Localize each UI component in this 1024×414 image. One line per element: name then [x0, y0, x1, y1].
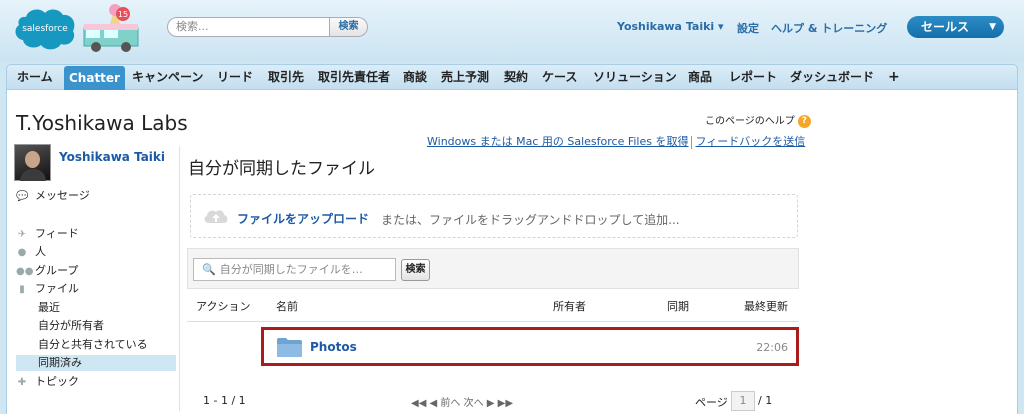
- tab-opportunities[interactable]: 商談: [403, 65, 427, 89]
- cloud-upload-icon: [204, 210, 228, 223]
- global-search-button[interactable]: 検索: [330, 17, 368, 37]
- file-icon: ▮: [19, 284, 25, 295]
- sidebar-item-synced[interactable]: 同期済み: [16, 355, 176, 371]
- global-header: salesforce 15 検索... 検索 Yoshikawa Taiki ▾…: [0, 0, 1024, 62]
- ice-cream-truck-icon: 15: [83, 4, 139, 52]
- user-menu[interactable]: Yoshikawa Taiki ▾: [617, 20, 724, 33]
- app-menu[interactable]: セールス ▼: [907, 16, 1004, 38]
- sidebar-item-label: フィード: [35, 227, 79, 240]
- tab-campaigns[interactable]: キャンペーン: [132, 65, 203, 89]
- file-search-placeholder: 自分が同期したファイルを…: [219, 263, 363, 276]
- sidebar-item-label: トピック: [35, 375, 79, 388]
- sidebar-item-messages[interactable]: 💬 メッセージ: [16, 188, 90, 204]
- people-icon: ●: [17, 247, 27, 258]
- sidebar-divider: [179, 146, 180, 411]
- page-title: T.Yoshikawa Labs: [16, 111, 188, 135]
- upload-file-link[interactable]: ファイルをアップロード: [237, 210, 369, 227]
- search-icon: 🔍: [202, 263, 216, 276]
- add-tab-button[interactable]: +: [888, 65, 900, 89]
- page-help-link[interactable]: このページのヘルプ?: [705, 112, 811, 128]
- app-menu-label: セールス: [921, 20, 970, 34]
- tab-products[interactable]: 商品: [688, 65, 712, 89]
- global-search-input[interactable]: 検索...: [167, 17, 330, 37]
- upload-dropzone[interactable]: ファイルをアップロード または、ファイルをドラッグアンドドロップして追加...: [190, 194, 798, 238]
- chevron-down-icon: ▼: [989, 22, 996, 32]
- sidebar-item-label: グループ: [35, 264, 79, 277]
- sidebar-item-feed[interactable]: ✈ フィード: [16, 226, 79, 242]
- tab-solutions[interactable]: ソリューション: [593, 65, 677, 89]
- sidebar-item-owned[interactable]: 自分が所有者: [38, 318, 104, 334]
- avatar[interactable]: [14, 144, 51, 181]
- sidebar-item-topics[interactable]: ✚ トピック: [16, 374, 79, 390]
- salesforce-logo[interactable]: salesforce: [12, 5, 78, 51]
- sidebar-item-people[interactable]: ● 人: [16, 244, 46, 260]
- tab-leads[interactable]: リード: [217, 65, 253, 89]
- truck-badge: 15: [118, 10, 128, 19]
- file-search-bar: 🔍 自分が同期したファイルを… 検索: [187, 248, 799, 289]
- drag-drop-hint: または、ファイルをドラッグアンドドロップして追加...: [381, 213, 680, 227]
- sidebar-item-shared[interactable]: 自分と共有されている: [38, 337, 148, 353]
- tab-accounts[interactable]: 取引先: [268, 65, 304, 89]
- sidebar-item-label: メッセージ: [35, 189, 90, 202]
- table-header: アクション 名前 所有者 同期 最終更新: [187, 290, 799, 322]
- tab-cases[interactable]: ケース: [542, 65, 577, 89]
- feedback-link[interactable]: フィードバックを送信: [695, 135, 805, 148]
- file-search-input[interactable]: 🔍 自分が同期したファイルを…: [193, 258, 396, 281]
- group-icon: ●●: [16, 266, 34, 277]
- tab-dashboards[interactable]: ダッシュボード: [790, 65, 874, 89]
- topic-icon: ✚: [17, 377, 27, 388]
- salesforce-files-link[interactable]: Windows または Mac 用の Salesforce Files を取得: [427, 135, 688, 148]
- column-last-modified[interactable]: 最終更新: [744, 298, 788, 314]
- tab-chatter[interactable]: Chatter: [64, 66, 125, 90]
- tab-reports[interactable]: レポート: [729, 65, 777, 89]
- tab-bar: ホーム Chatter キャンペーン リード 取引先 取引先責任者 商談 売上予…: [6, 64, 1018, 90]
- folder-icon: [277, 338, 302, 357]
- message-icon: 💬: [16, 191, 29, 202]
- page-number-input[interactable]: 1: [731, 391, 755, 411]
- section-title: 自分が同期したファイル: [188, 159, 375, 179]
- link-divider: [691, 135, 693, 149]
- sidebar-item-label: ファイル: [35, 282, 79, 295]
- folder-name-link[interactable]: Photos: [310, 340, 357, 354]
- sidebar-item-groups[interactable]: ●● グループ: [16, 263, 78, 279]
- page-help-label: このページのヘルプ: [705, 116, 795, 127]
- page-label: ページ: [695, 396, 728, 409]
- settings-link[interactable]: 設定: [737, 20, 759, 36]
- profile-name-link[interactable]: Yoshikawa Taiki: [59, 150, 165, 164]
- result-range: 1 - 1 / 1: [203, 394, 246, 407]
- tab-contacts[interactable]: 取引先責任者: [318, 65, 390, 89]
- help-icon: ?: [797, 114, 811, 128]
- table-row[interactable]: Photos 22:06: [261, 327, 799, 366]
- logo-text: salesforce: [22, 24, 68, 34]
- pagination-controls[interactable]: ◀◀ ◀ 前へ 次へ ▶ ▶▶: [411, 394, 513, 409]
- last-modified-value: 22:06: [756, 341, 788, 354]
- sidebar-item-files[interactable]: ▮ ファイル: [16, 281, 79, 297]
- help-training-link[interactable]: ヘルプ & トレーニング: [771, 20, 887, 36]
- feed-icon: ✈: [17, 229, 27, 240]
- column-owner[interactable]: 所有者: [553, 298, 586, 314]
- tab-home[interactable]: ホーム: [17, 65, 53, 89]
- sidebar-item-label: 人: [35, 245, 46, 258]
- top-links: Windows または Mac 用の Salesforce Files を取得フ…: [427, 133, 805, 149]
- tab-forecasts[interactable]: 売上予測: [441, 65, 489, 89]
- file-search-button[interactable]: 検索: [401, 259, 430, 281]
- sidebar-item-recent[interactable]: 最近: [38, 300, 60, 316]
- column-sync[interactable]: 同期: [667, 298, 689, 314]
- page-total: / 1: [758, 394, 773, 407]
- column-name[interactable]: 名前: [276, 298, 298, 314]
- tab-contracts[interactable]: 契約: [504, 65, 528, 89]
- column-action: アクション: [196, 300, 251, 313]
